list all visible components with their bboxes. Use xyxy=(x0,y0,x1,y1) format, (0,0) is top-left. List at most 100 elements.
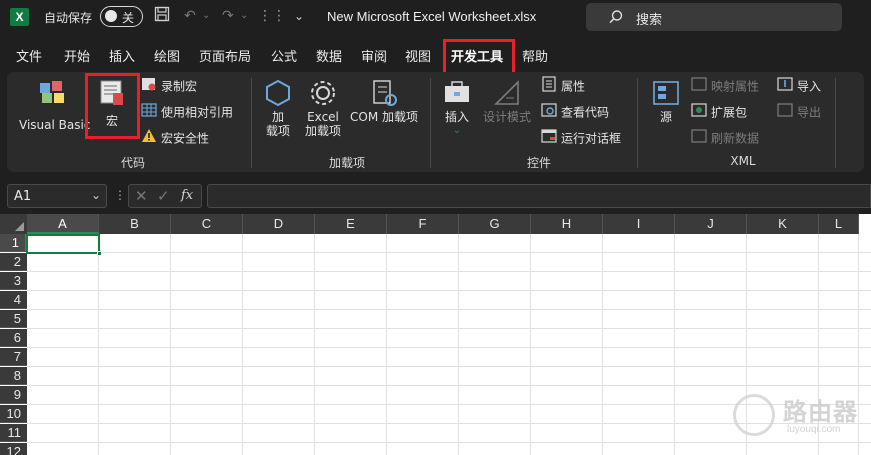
visual-basic-label: Visual Basic xyxy=(19,118,91,132)
relative-references-button[interactable]: 使用相对引用 xyxy=(141,102,233,122)
row-header-2[interactable]: 2 xyxy=(0,253,27,271)
select-all-button[interactable] xyxy=(0,214,27,234)
import-icon xyxy=(777,76,793,98)
column-header-h[interactable]: H xyxy=(531,214,603,234)
xml-import-button[interactable]: 导入 xyxy=(777,76,821,96)
row-header-1[interactable]: 1 xyxy=(0,234,27,252)
select-icon[interactable]: ⋮⋮ xyxy=(258,6,286,26)
column-header-j[interactable]: J xyxy=(675,214,747,234)
macro-security-label: 宏安全性 xyxy=(161,131,210,146)
column-header-k[interactable]: K xyxy=(747,214,819,234)
record-macro-button[interactable]: 录制宏 xyxy=(141,76,197,96)
expansion-packs-button[interactable]: 扩展包 xyxy=(691,102,747,122)
gear-icon xyxy=(299,78,347,110)
row-header-6[interactable]: 6 xyxy=(0,329,27,347)
column-header-l[interactable]: L xyxy=(819,214,859,234)
grid-column-line xyxy=(170,234,171,455)
insert-function-button[interactable]: fx xyxy=(181,188,193,203)
fill-handle[interactable] xyxy=(97,251,102,256)
visual-basic-button[interactable]: Visual Basic xyxy=(17,78,91,138)
row-header-4[interactable]: 4 xyxy=(0,291,27,309)
column-header-g[interactable]: G xyxy=(459,214,531,234)
group-label-controls: 控件 xyxy=(526,156,551,170)
redo-icon[interactable]: ↷ xyxy=(222,6,234,26)
tab-home[interactable]: 开始 xyxy=(64,46,90,65)
confirm-icon[interactable]: ✓ xyxy=(157,187,170,205)
column-header-d[interactable]: D xyxy=(243,214,315,234)
view-code-button[interactable]: 查看代码 xyxy=(541,102,609,122)
addins-button[interactable]: 加 载项 xyxy=(259,78,297,148)
row-header-3[interactable]: 3 xyxy=(0,272,27,290)
resize-handle-icon[interactable]: ⋮ xyxy=(114,188,126,202)
excel-addins-button[interactable]: Excel 加载项 xyxy=(299,78,347,148)
row-header-11[interactable]: 11 xyxy=(0,424,27,442)
grid-column-line xyxy=(386,234,387,455)
relative-references-label: 使用相对引用 xyxy=(161,105,234,120)
group-separator xyxy=(430,78,431,168)
refresh-data-button[interactable]: 刷新数据 xyxy=(691,128,759,148)
group-label-xml: XML xyxy=(730,154,756,168)
record-macro-icon xyxy=(141,76,157,98)
toggle-knob xyxy=(105,10,117,22)
formula-bar-area: A1 ⌄ ⋮ ✕ ✓ fx xyxy=(0,176,871,214)
group-separator xyxy=(835,78,836,168)
insert-controls-button[interactable]: 插入 ⌄ xyxy=(439,78,475,150)
customize-toolbar-icon[interactable]: ⌄ xyxy=(294,6,304,26)
save-icon[interactable] xyxy=(154,6,170,26)
tab-formulas[interactable]: 公式 xyxy=(271,46,297,65)
properties-label: 属性 xyxy=(561,79,586,94)
xml-export-button[interactable]: 导出 xyxy=(777,102,821,122)
grid-column-line xyxy=(530,234,531,455)
column-header-f[interactable]: F xyxy=(387,214,459,234)
undo-dropdown-icon[interactable]: ⌄ xyxy=(202,6,210,26)
tab-view[interactable]: 视图 xyxy=(405,46,431,65)
tab-data[interactable]: 数据 xyxy=(316,46,342,65)
row-header-7[interactable]: 7 xyxy=(0,348,27,366)
active-cell-a1[interactable] xyxy=(26,234,102,256)
tab-help[interactable]: 帮助 xyxy=(522,46,548,65)
grid-column-line xyxy=(458,234,459,455)
search-icon xyxy=(608,9,624,28)
column-header-c[interactable]: C xyxy=(171,214,243,234)
row-header-12[interactable]: 12 xyxy=(0,443,27,455)
excel-addins-label-line2: 加载项 xyxy=(304,124,341,138)
undo-icon[interactable]: ↶ xyxy=(184,6,196,26)
row-header-5[interactable]: 5 xyxy=(0,310,27,328)
com-addins-button[interactable]: COM 加载项 xyxy=(347,78,421,138)
excel-addins-label-line1: Excel xyxy=(307,110,339,124)
grid-row-line xyxy=(27,309,871,310)
xml-source-icon xyxy=(647,78,685,110)
refresh-data-label: 刷新数据 xyxy=(711,131,760,146)
macros-highlight xyxy=(85,73,140,139)
column-header-a[interactable]: A xyxy=(27,214,99,234)
map-properties-button[interactable]: 映射属性 xyxy=(691,76,759,96)
column-header-e[interactable]: E xyxy=(315,214,387,234)
formula-input[interactable] xyxy=(207,184,871,208)
column-header-i[interactable]: I xyxy=(603,214,675,234)
row-header-9[interactable]: 9 xyxy=(0,386,27,404)
chevron-down-icon[interactable]: ⌄ xyxy=(91,188,101,202)
addins-icon xyxy=(259,78,297,110)
chevron-down-icon: ⌄ xyxy=(452,125,462,136)
xml-source-button[interactable]: 源 xyxy=(647,78,685,138)
redo-dropdown-icon[interactable]: ⌄ xyxy=(240,6,248,26)
tab-draw[interactable]: 绘图 xyxy=(154,46,180,65)
run-dialog-button[interactable]: 运行对话框 xyxy=(541,128,621,148)
row-header-10[interactable]: 10 xyxy=(0,405,27,423)
macro-security-button[interactable]: 宏安全性 xyxy=(141,128,209,148)
autosave-toggle[interactable]: 关 xyxy=(100,6,143,27)
row-header-8[interactable]: 8 xyxy=(0,367,27,385)
column-header-b[interactable]: B xyxy=(99,214,171,234)
tab-insert[interactable]: 插入 xyxy=(109,46,135,65)
search-input[interactable]: 搜索 xyxy=(586,3,842,31)
warning-icon xyxy=(141,128,157,150)
ribbon-area: Visual Basic 宏 录制宏 使用相对引用 宏安全性 代码 加 载项 E… xyxy=(0,72,871,176)
formula-actions: ✕ ✓ fx xyxy=(128,184,202,208)
properties-button[interactable]: 属性 xyxy=(541,76,585,96)
tab-page-layout[interactable]: 页面布局 xyxy=(199,46,251,65)
design-mode-button[interactable]: 设计模式 xyxy=(479,78,535,138)
name-box[interactable]: A1 ⌄ xyxy=(7,184,107,208)
cancel-icon[interactable]: ✕ xyxy=(135,187,148,205)
tab-review[interactable]: 审阅 xyxy=(361,46,387,65)
tab-file[interactable]: 文件 xyxy=(16,46,42,65)
